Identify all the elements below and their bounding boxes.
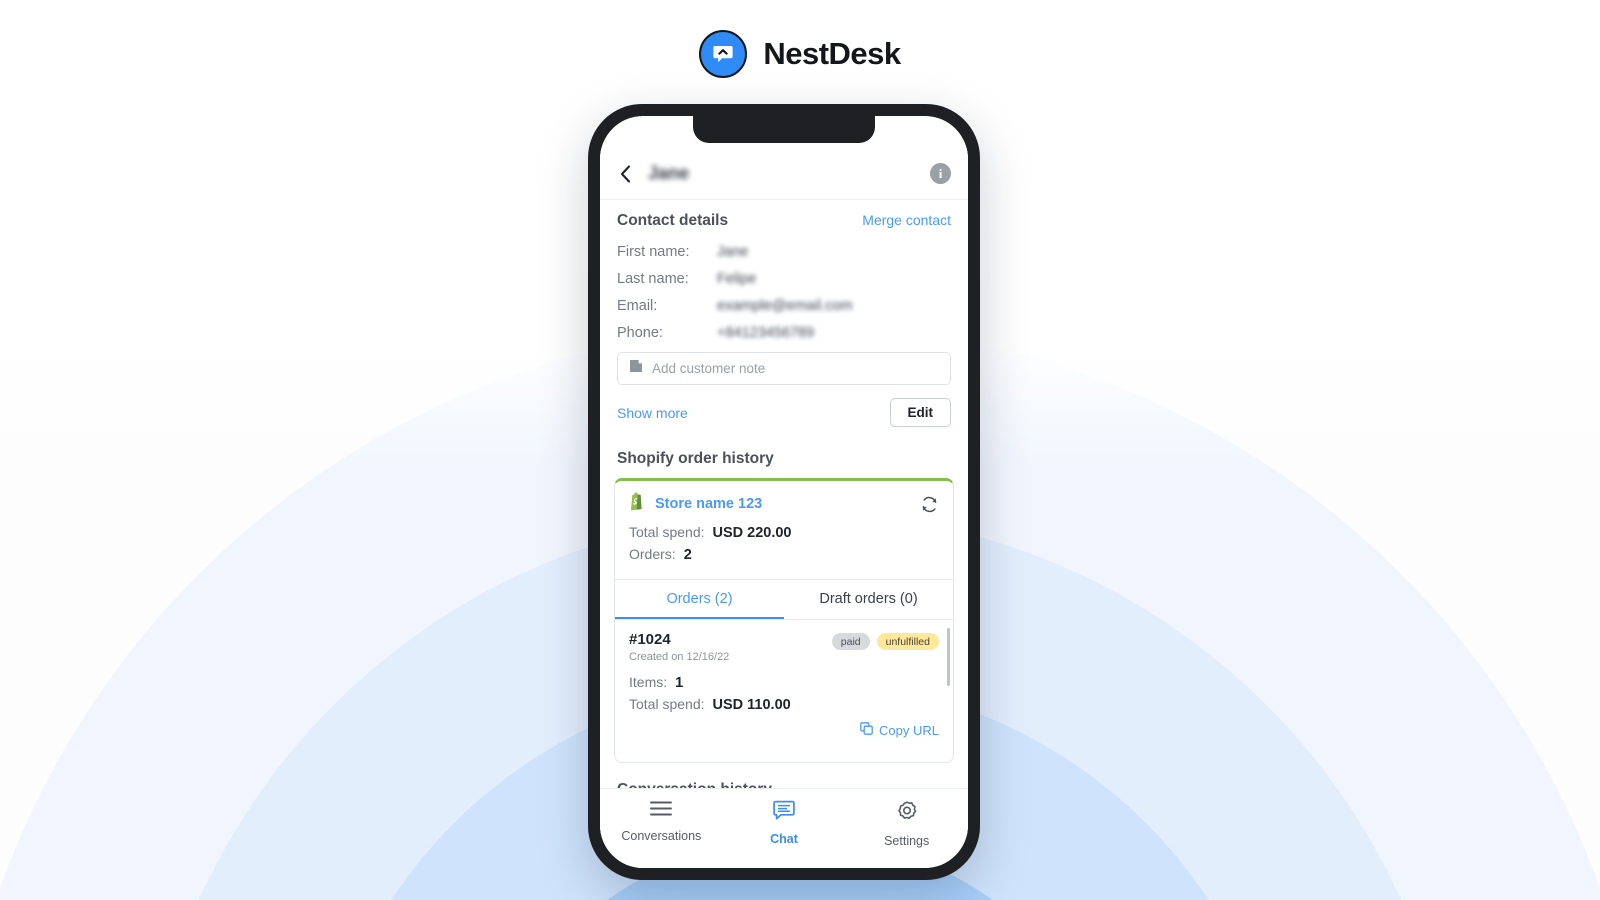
gear-icon xyxy=(896,800,918,827)
phone-screen: Jane i Contact details Merge contact Fir… xyxy=(600,116,968,868)
merge-contact-link[interactable]: Merge contact xyxy=(862,212,951,228)
field-value: Jane xyxy=(717,244,749,260)
note-icon xyxy=(629,359,643,378)
shopify-bag-icon xyxy=(629,492,646,516)
status-badge-paid: paid xyxy=(831,633,870,650)
info-icon[interactable]: i xyxy=(930,163,951,184)
field-label: Email: xyxy=(617,298,658,314)
copy-icon xyxy=(860,722,873,738)
order-tabs: Orders (2) Draft orders (0) xyxy=(615,579,953,619)
stat-label: Total spend: xyxy=(629,696,705,712)
edit-button[interactable]: Edit xyxy=(889,398,951,427)
nav-label: Chat xyxy=(770,832,798,846)
customer-note-input[interactable]: Add customer note xyxy=(617,352,951,385)
bottom-navigation: Conversations Chat Settings xyxy=(600,788,968,868)
contact-field-row: Phone: +84123456789 xyxy=(617,325,951,341)
contact-details-header: Contact details Merge contact xyxy=(600,200,968,234)
copy-url-label: Copy URL xyxy=(879,722,939,738)
field-value: +84123456789 xyxy=(717,325,815,341)
order-created-date: Created on 12/16/22 xyxy=(629,651,730,663)
tab-draft-orders[interactable]: Draft orders (0) xyxy=(784,580,953,619)
order-stat-row: Items: 1 xyxy=(629,674,939,691)
stat-label: Total spend: xyxy=(629,524,705,540)
nav-item-conversations[interactable]: Conversations xyxy=(600,800,723,843)
chat-bubble-up-arrow-icon xyxy=(699,30,748,78)
phone-notch xyxy=(693,116,875,143)
stat-value: 2 xyxy=(683,547,692,563)
stat-value: USD 110.00 xyxy=(712,697,791,713)
customer-note-placeholder: Add customer note xyxy=(652,361,766,376)
contact-field-row: Last name: Felipe xyxy=(617,271,951,287)
store-stat-row: Total spend: USD 220.00 xyxy=(629,524,939,541)
refresh-icon[interactable] xyxy=(920,495,939,514)
scroll-body[interactable]: Contact details Merge contact First name… xyxy=(600,200,968,840)
stat-label: Orders: xyxy=(629,546,676,562)
nav-item-chat[interactable]: Chat xyxy=(723,800,846,846)
contact-field-row: First name: Jane xyxy=(617,244,951,260)
show-more-link[interactable]: Show more xyxy=(617,405,688,421)
tab-orders[interactable]: Orders (2) xyxy=(615,580,784,619)
brand-header: NestDesk xyxy=(0,30,1600,78)
order-id: #1024 xyxy=(629,631,671,648)
status-badge-unfulfilled: unfulfilled xyxy=(876,633,939,650)
menu-lines-icon xyxy=(649,800,673,822)
page-root: NestDesk Jane i Contact details Merge co… xyxy=(0,0,1600,900)
app-top-bar: Jane i xyxy=(600,148,968,200)
stat-label: Items: xyxy=(629,674,668,690)
field-label: Last name: xyxy=(617,271,689,287)
field-label: First name: xyxy=(617,244,690,260)
shopify-order-history-title: Shopify order history xyxy=(617,450,774,467)
nav-label: Conversations xyxy=(621,829,702,843)
nav-label: Settings xyxy=(884,834,930,848)
contact-details-title: Contact details xyxy=(617,212,729,229)
field-label: Phone: xyxy=(617,325,663,341)
contact-field-list: First name: Jane Last name: Felipe Email… xyxy=(600,234,968,341)
orders-list[interactable]: #1024 Created on 12/16/22 paid unfulfill… xyxy=(615,619,953,762)
copy-url-button[interactable]: Copy URL xyxy=(629,722,939,738)
store-name-link[interactable]: Store name 123 xyxy=(655,496,762,512)
brand-name: NestDesk xyxy=(763,36,901,71)
order-stat-row: Total spend: USD 110.00 xyxy=(629,696,939,713)
field-value: Felipe xyxy=(717,271,757,287)
nav-item-settings[interactable]: Settings xyxy=(845,800,968,848)
page-title: Jane xyxy=(648,163,690,183)
order-badges: paid unfulfilled xyxy=(831,631,939,650)
stat-value: USD 220.00 xyxy=(712,525,792,541)
back-chevron-icon[interactable] xyxy=(614,162,636,186)
order-row-header: #1024 Created on 12/16/22 paid unfulfill… xyxy=(629,631,939,663)
order-stats: Items: 1 Total spend: USD 110.00 xyxy=(629,674,939,713)
store-stat-row: Orders: 2 xyxy=(629,546,939,563)
contact-field-row: Email: example@email.com xyxy=(617,298,951,314)
stat-value: 1 xyxy=(675,675,684,691)
field-value: example@email.com xyxy=(717,298,853,314)
contact-actions-row: Show more Edit xyxy=(600,385,968,427)
orders-scrollbar[interactable] xyxy=(947,628,950,686)
shopify-card: Store name 123 Total spend: USD 220.00 O… xyxy=(614,478,954,763)
store-stats: Total spend: USD 220.00 Orders: 2 xyxy=(615,516,953,579)
store-row: Store name 123 xyxy=(615,481,953,516)
chat-bubble-icon xyxy=(773,800,795,825)
phone-frame: Jane i Contact details Merge contact Fir… xyxy=(588,104,980,880)
